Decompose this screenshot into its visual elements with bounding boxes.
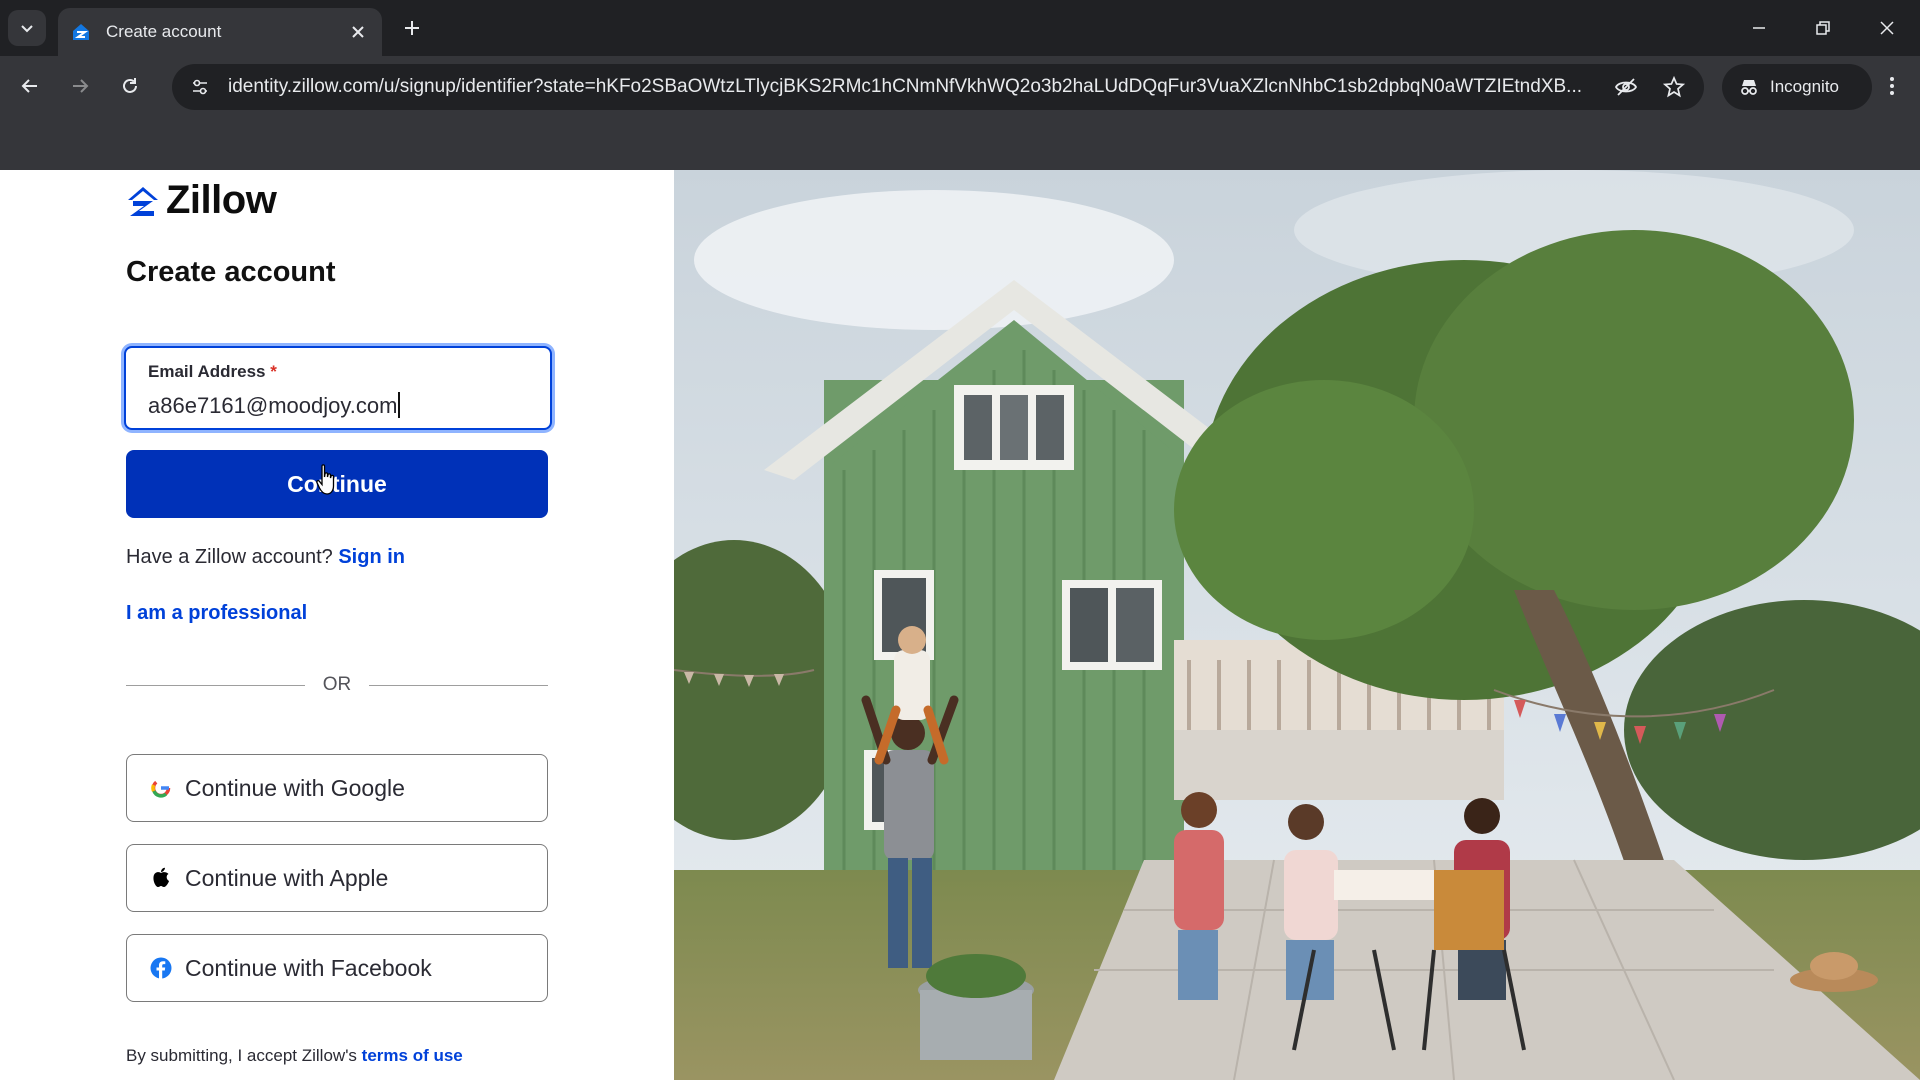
- close-window-button[interactable]: [1870, 12, 1904, 44]
- facebook-label: Continue with Facebook: [185, 954, 432, 981]
- or-text: OR: [322, 674, 352, 695]
- zillow-logo[interactable]: Zillow: [126, 178, 277, 223]
- browser-toolbar: identity.zillow.com/u/signup/identifier?…: [0, 56, 1920, 116]
- email-label: Email Address *: [148, 362, 277, 382]
- incognito-icon: [1741, 80, 1757, 95]
- google-icon: [149, 776, 173, 800]
- tab-close-button[interactable]: [346, 20, 370, 44]
- hero-image: [674, 170, 1920, 1080]
- apple-icon: [149, 866, 173, 890]
- facebook-signin-button[interactable]: Continue with Facebook: [126, 934, 548, 1002]
- close-icon: [352, 26, 364, 38]
- divider-line: [126, 684, 305, 686]
- restore-icon: [1816, 21, 1830, 35]
- address-bar[interactable]: identity.zillow.com/u/signup/identifier?…: [172, 64, 1704, 110]
- minimize-button[interactable]: [1742, 12, 1776, 44]
- url-text[interactable]: identity.zillow.com/u/signup/identifier?…: [228, 76, 1608, 98]
- apple-signin-button[interactable]: Continue with Apple: [126, 844, 548, 912]
- page-content: Zillow Create account Email Address * a8…: [0, 170, 1920, 1080]
- email-value: a86e7161@moodjoy.com: [148, 393, 398, 418]
- google-label: Continue with Google: [185, 774, 405, 801]
- minimize-icon: [1753, 27, 1765, 29]
- apple-label: Continue with Apple: [185, 864, 389, 891]
- new-tab-button[interactable]: [396, 12, 428, 44]
- incognito-indicator[interactable]: Incognito: [1722, 64, 1872, 110]
- or-divider: OR: [126, 670, 548, 700]
- signup-panel: Zillow Create account Email Address * a8…: [0, 170, 674, 1080]
- email-input[interactable]: a86e7161@moodjoy.com: [148, 392, 401, 419]
- eye-off-icon: [1614, 78, 1638, 96]
- text-caret: [398, 392, 401, 418]
- zillow-favicon-icon: [73, 24, 89, 40]
- zillow-logo-icon: [128, 186, 158, 216]
- bookmark-star-button[interactable]: [1656, 69, 1692, 105]
- tab-search-button[interactable]: [8, 10, 46, 46]
- chevron-down-icon: [21, 25, 33, 33]
- have-account-text: Have a Zillow account?: [126, 546, 333, 568]
- site-info-button[interactable]: [180, 67, 220, 107]
- arrow-right-icon: [73, 79, 89, 93]
- terms-text: By submitting, I accept Zillow's terms o…: [126, 1046, 463, 1066]
- star-icon: [1663, 76, 1685, 98]
- more-vertical-icon: [1890, 77, 1894, 95]
- zillow-wordmark: Zillow: [166, 178, 277, 222]
- email-label-text: Email Address: [148, 362, 266, 381]
- forward-button[interactable]: [62, 68, 98, 104]
- incognito-label: Incognito: [1770, 77, 1839, 96]
- have-account-row: Have a Zillow account? Sign in: [126, 546, 405, 569]
- reload-button[interactable]: [112, 68, 148, 104]
- mouse-cursor-icon: [316, 464, 335, 495]
- terms-prefix: By submitting, I accept Zillow's: [126, 1046, 357, 1065]
- browser-menu-button[interactable]: [1874, 68, 1910, 104]
- sign-in-link[interactable]: Sign in: [338, 546, 405, 568]
- arrow-left-icon: [21, 79, 37, 93]
- terms-of-use-link[interactable]: terms of use: [362, 1046, 463, 1065]
- close-icon: [1880, 21, 1894, 35]
- tab-title: Create account: [106, 22, 222, 41]
- restore-button[interactable]: [1806, 12, 1840, 44]
- tune-icon: [193, 79, 207, 95]
- page-title: Create account: [126, 256, 336, 288]
- divider-line: [369, 684, 548, 686]
- back-button[interactable]: [12, 68, 48, 104]
- email-field[interactable]: Email Address * a86e7161@moodjoy.com: [124, 346, 552, 430]
- required-mark: *: [270, 362, 277, 381]
- plus-icon: [405, 21, 419, 35]
- facebook-icon: [149, 956, 173, 980]
- reload-icon: [123, 78, 137, 93]
- bookmarks-bar: [0, 116, 1920, 170]
- professional-link[interactable]: I am a professional: [126, 602, 307, 625]
- browser-tab[interactable]: Create account: [58, 8, 382, 56]
- tracking-protection-button[interactable]: [1608, 69, 1644, 105]
- tab-bar: Create account: [0, 0, 1920, 56]
- google-signin-button[interactable]: Continue with Google: [126, 754, 548, 822]
- backyard-family-illustration: [674, 170, 1920, 1080]
